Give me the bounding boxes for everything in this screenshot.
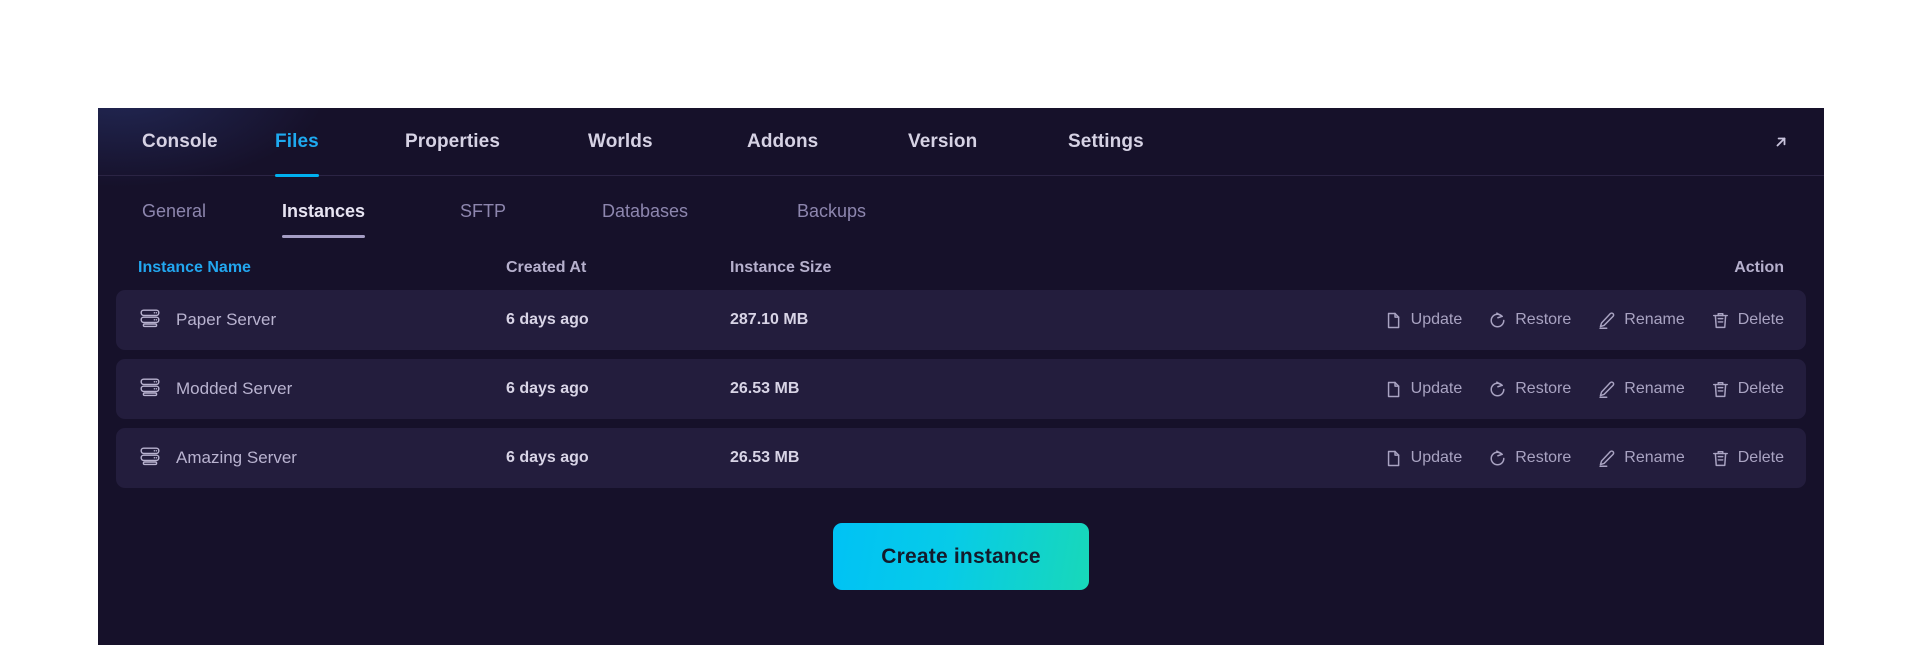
- action-label: Restore: [1515, 380, 1572, 397]
- action-label: Rename: [1624, 311, 1685, 328]
- primary-tab-settings[interactable]: Settings: [1068, 108, 1144, 176]
- pencil-icon: [1597, 380, 1616, 399]
- pencil-icon: [1597, 311, 1616, 330]
- create-instance-button[interactable]: Create instance: [833, 523, 1089, 590]
- cell-instance-name: Paper Server: [138, 306, 506, 335]
- cell-created-at: 6 days ago: [506, 449, 589, 466]
- action-rename-button[interactable]: Rename: [1597, 311, 1685, 330]
- table-header-row: Instance Name Created At Instance Size A…: [116, 246, 1806, 290]
- file-icon: [1384, 380, 1403, 399]
- table-row[interactable]: Amazing Server 6 days ago 26.53 MB Update Re…: [116, 428, 1806, 488]
- secondary-tab-databases[interactable]: Databases: [602, 176, 688, 246]
- action-label: Delete: [1737, 449, 1784, 466]
- secondary-tab-sftp[interactable]: SFTP: [460, 176, 506, 246]
- action-rename-button[interactable]: Rename: [1597, 449, 1685, 468]
- secondary-tab-backups[interactable]: Backups: [797, 176, 866, 246]
- primary-tabs-host: Console Files Properties Worlds Addons Versio…: [120, 108, 1824, 177]
- server-rack-icon: [138, 375, 162, 404]
- table-row[interactable]: Paper Server 6 days ago 287.10 MB Update Res…: [116, 290, 1806, 350]
- create-instance-container: Create instance: [116, 523, 1806, 590]
- action-update-button[interactable]: Update: [1384, 380, 1463, 399]
- primary-tab-console[interactable]: Console: [142, 108, 218, 176]
- instance-name-label: Modded Server: [176, 379, 293, 398]
- rotate-ccw-icon: [1488, 380, 1507, 399]
- action-delete-button[interactable]: Delete: [1711, 449, 1784, 468]
- action-update-button[interactable]: Update: [1384, 311, 1463, 330]
- action-label: Restore: [1515, 311, 1572, 328]
- action-delete-button[interactable]: Delete: [1711, 311, 1784, 330]
- cell-instance-name: Modded Server: [138, 375, 506, 404]
- action-label: Restore: [1515, 449, 1572, 466]
- primary-tab-bar: Console Files Properties Worlds Addons Versio…: [98, 108, 1824, 177]
- server-rack-icon: [138, 444, 162, 473]
- rotate-ccw-icon: [1488, 311, 1507, 330]
- action-label: Delete: [1737, 311, 1784, 328]
- primary-tab-version[interactable]: Version: [908, 108, 977, 176]
- cell-instance-size: 26.53 MB: [730, 449, 800, 466]
- primary-tab-files[interactable]: Files: [275, 108, 319, 177]
- action-restore-button[interactable]: Restore: [1488, 311, 1571, 330]
- column-header-instance-name[interactable]: Instance Name: [138, 259, 506, 277]
- cell-instance-name: Amazing Server: [138, 444, 506, 473]
- column-header-action: Action: [1734, 259, 1784, 276]
- trash-icon: [1711, 380, 1730, 399]
- cell-actions: Update Restore Rename Delete: [1030, 380, 1784, 399]
- table-row[interactable]: Modded Server 6 days ago 26.53 MB Update Res…: [116, 359, 1806, 419]
- instance-name-label: Paper Server: [176, 310, 277, 329]
- cell-created-at: 6 days ago: [506, 380, 589, 397]
- primary-tab-properties[interactable]: Properties: [405, 108, 500, 176]
- column-header-instance-size[interactable]: Instance Size: [730, 259, 1030, 277]
- server-management-panel: Console Files Properties Worlds Addons Versio…: [98, 108, 1824, 645]
- secondary-tabs-host: General Instances SFTP Databases Backups: [120, 176, 1824, 246]
- primary-tab-worlds[interactable]: Worlds: [588, 108, 653, 176]
- table-body: Paper Server 6 days ago 287.10 MB Update Res…: [116, 290, 1806, 488]
- instances-table: Instance Name Created At Instance Size A…: [98, 246, 1824, 590]
- cell-actions: Update Restore Rename Delete: [1030, 311, 1784, 330]
- pencil-icon: [1597, 449, 1616, 468]
- arrow-up-right-icon[interactable]: [1770, 131, 1792, 153]
- trash-icon: [1711, 449, 1730, 468]
- cell-actions: Update Restore Rename Delete: [1030, 449, 1784, 468]
- action-rename-button[interactable]: Rename: [1597, 380, 1685, 399]
- action-restore-button[interactable]: Restore: [1488, 380, 1571, 399]
- instance-name-label: Amazing Server: [176, 448, 297, 467]
- action-restore-button[interactable]: Restore: [1488, 449, 1571, 468]
- action-label: Update: [1410, 449, 1463, 466]
- file-icon: [1384, 311, 1403, 330]
- action-delete-button[interactable]: Delete: [1711, 380, 1784, 399]
- action-label: Update: [1410, 311, 1463, 328]
- server-rack-icon: [138, 306, 162, 335]
- secondary-tab-instances[interactable]: Instances: [282, 176, 366, 246]
- action-update-button[interactable]: Update: [1384, 449, 1463, 468]
- cell-created-at: 6 days ago: [506, 311, 589, 328]
- action-label: Update: [1410, 380, 1463, 397]
- rotate-ccw-icon: [1488, 449, 1507, 468]
- cell-instance-size: 287.10 MB: [730, 311, 809, 328]
- action-label: Delete: [1737, 380, 1784, 397]
- action-label: Rename: [1624, 380, 1685, 397]
- trash-icon: [1711, 311, 1730, 330]
- file-icon: [1384, 449, 1403, 468]
- secondary-tab-general[interactable]: General: [142, 176, 206, 246]
- secondary-tab-bar: General Instances SFTP Databases Backups: [98, 176, 1824, 246]
- cell-instance-size: 26.53 MB: [730, 380, 800, 397]
- column-header-created-at[interactable]: Created At: [506, 259, 730, 277]
- primary-tab-addons[interactable]: Addons: [747, 108, 818, 176]
- action-label: Rename: [1624, 449, 1685, 466]
